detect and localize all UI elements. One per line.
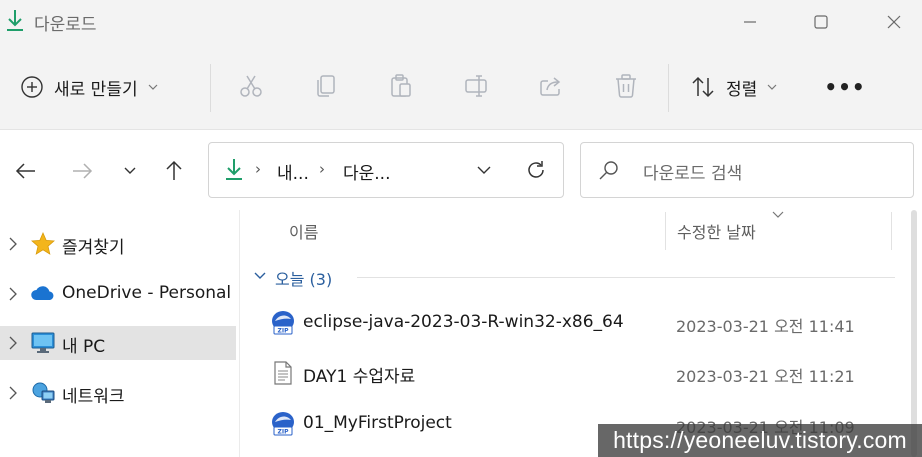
refresh-button[interactable] — [523, 157, 549, 183]
sort-button[interactable]: 정렬 — [690, 66, 777, 108]
column-divider[interactable] — [891, 212, 892, 250]
clipboard-icon — [391, 74, 411, 97]
maximize-icon — [814, 15, 828, 29]
table-row[interactable]: DAY1 수업자료 2023-03-21 오전 11:21 — [241, 352, 922, 392]
sidebar-item-label: OneDrive - Personal — [62, 283, 232, 303]
recent-locations-button[interactable] — [114, 155, 146, 187]
navigation-pane: 즐겨찾기 OneDrive - Personal 내 PC 네트워크 — [0, 210, 240, 457]
share-icon — [540, 77, 561, 96]
zip-icon: ZIP — [272, 311, 294, 335]
scissors-icon — [240, 75, 262, 97]
file-name: DAY1 수업자료 — [303, 367, 416, 387]
more-icon: ••• — [824, 75, 866, 99]
zip-icon: ZIP — [272, 412, 294, 436]
sidebar-item-label: 네트워크 — [62, 387, 125, 407]
column-divider[interactable] — [665, 212, 666, 250]
trash-icon — [616, 74, 636, 98]
breadcrumb-separator: › — [319, 160, 325, 178]
column-header-name[interactable]: 이름 — [289, 210, 318, 252]
star-icon — [31, 232, 55, 255]
sidebar-item-favorites[interactable]: 즐겨찾기 — [0, 227, 238, 261]
rename-button[interactable] — [460, 70, 492, 102]
network-icon — [32, 382, 55, 403]
file-list: 이름 수정한 날짜 오늘 (3) ZIP eclipse-java-2023-0… — [241, 210, 922, 457]
title-bar: 다운로드 — [0, 0, 922, 44]
search-icon — [599, 161, 618, 180]
file-name: eclipse-java-2023-03-R-win32-x86_64 — [303, 312, 624, 332]
vertical-scrollbar[interactable] — [906, 210, 922, 457]
copy-icon — [317, 75, 335, 97]
arrow-left-icon — [15, 163, 35, 179]
up-button[interactable] — [158, 155, 190, 187]
forward-button[interactable] — [66, 155, 98, 187]
search-box[interactable]: 다운로드 검색 — [580, 142, 914, 198]
arrow-right-icon — [73, 163, 93, 179]
maximize-button[interactable] — [797, 0, 845, 44]
minimize-button[interactable] — [726, 0, 774, 44]
watermark: https://yeoneeluv.tistory.com — [598, 424, 922, 457]
sidebar-item-label: 내 PC — [62, 337, 106, 357]
pc-icon — [31, 332, 55, 353]
sort-arrows-icon — [692, 76, 714, 98]
download-icon — [7, 10, 23, 31]
copy-button[interactable] — [310, 70, 342, 102]
refresh-icon — [528, 161, 544, 178]
cloud-icon — [31, 286, 54, 300]
sort-label: 정렬 — [726, 79, 758, 100]
toolbar-divider — [668, 64, 669, 112]
file-date: 2023-03-21 오전 11:21 — [676, 367, 855, 386]
sidebar-item-this-pc[interactable]: 내 PC — [0, 326, 236, 360]
paste-button[interactable] — [385, 70, 417, 102]
chevron-right-icon[interactable] — [6, 285, 20, 303]
chevron-down-icon — [477, 166, 491, 174]
rename-icon — [465, 75, 487, 97]
toolbar-divider — [210, 64, 211, 112]
table-row[interactable]: ZIP eclipse-java-2023-03-R-win32-x86_64 … — [241, 302, 922, 342]
sidebar-item-network[interactable]: 네트워크 — [0, 376, 238, 410]
address-history-button[interactable] — [471, 157, 497, 183]
chevron-right-icon[interactable] — [6, 334, 20, 352]
new-button-label: 새로 만들기 — [54, 79, 138, 100]
chevron-down-icon — [254, 272, 266, 279]
breadcrumb-separator: › — [255, 160, 261, 178]
arrow-up-icon — [166, 160, 182, 180]
window-title: 다운로드 — [34, 15, 97, 35]
chevron-down-icon — [767, 84, 777, 90]
group-header-today[interactable]: 오늘 (3) — [253, 264, 895, 290]
text-file-icon — [274, 361, 292, 385]
search-input[interactable]: 다운로드 검색 — [643, 159, 742, 184]
breadcrumb-this-pc[interactable]: 내... — [277, 159, 309, 184]
command-bar: 새로 만들기 정렬 ••• — [0, 44, 922, 130]
sidebar-item-onedrive[interactable]: OneDrive - Personal — [0, 277, 238, 311]
back-button[interactable] — [10, 155, 42, 187]
cut-button[interactable] — [235, 70, 267, 102]
chevron-right-icon[interactable] — [6, 235, 20, 253]
new-button[interactable]: 새로 만들기 — [20, 66, 158, 108]
group-divider — [357, 277, 895, 278]
download-icon — [226, 159, 242, 180]
chevron-down-icon — [148, 84, 158, 90]
sort-indicator-icon — [772, 211, 784, 218]
close-icon — [887, 15, 901, 29]
svg-text:ZIP: ZIP — [278, 429, 290, 436]
svg-text:ZIP: ZIP — [278, 328, 290, 335]
address-row: › 내... › 다운... 다운로드 검색 — [0, 130, 922, 210]
close-button[interactable] — [870, 0, 918, 44]
breadcrumb-downloads[interactable]: 다운... — [343, 159, 391, 184]
sidebar-item-label: 즐겨찾기 — [62, 238, 125, 258]
address-bar[interactable]: › 내... › 다운... — [208, 142, 564, 198]
chevron-right-icon[interactable] — [6, 384, 20, 402]
plus-circle-icon — [21, 76, 43, 98]
minimize-icon — [744, 21, 756, 23]
delete-button[interactable] — [610, 70, 642, 102]
more-options-button[interactable]: ••• — [824, 72, 864, 102]
share-button[interactable] — [535, 70, 567, 102]
file-date: 2023-03-21 오전 11:41 — [676, 317, 855, 336]
scrollbar-thumb[interactable] — [911, 210, 917, 457]
file-name: 01_MyFirstProject — [303, 413, 452, 433]
chevron-down-icon — [124, 167, 136, 174]
group-label: 오늘 (3) — [275, 270, 333, 289]
column-header-date[interactable]: 수정한 날짜 — [677, 210, 756, 252]
